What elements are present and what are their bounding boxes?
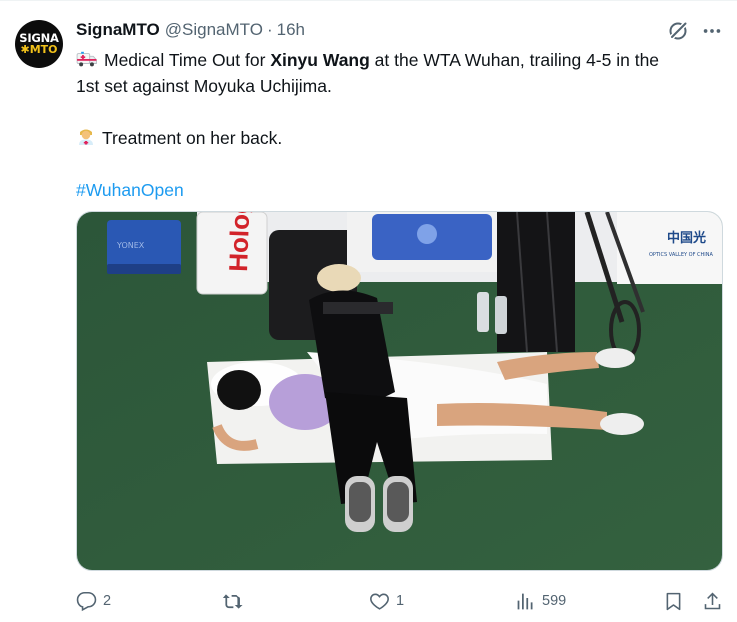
court-photo: Hologic 中国光 OPTICS VALLEY OF CHINA YONEX [77,212,722,570]
tweet-photo[interactable]: Hologic 中国光 OPTICS VALLEY OF CHINA YONEX [76,211,723,571]
repost-button[interactable] [222,588,249,614]
tweet-header: SignaMTO @SignaMTO · 16h [76,19,305,41]
bookmark-button[interactable] [663,588,684,614]
bookmark-icon [666,592,681,610]
sponsor-cn: 中国光 [667,230,706,246]
like-count: 1 [396,593,405,609]
author-name[interactable]: SignaMTO [76,20,160,40]
share-icon [704,592,721,609]
bag-brand: YONEX [116,241,145,250]
like-button[interactable]: 1 [369,588,404,614]
health-worker-icon [76,126,96,153]
hashtag-link[interactable]: #WuhanOpen [76,177,724,203]
timestamp[interactable]: 16h [277,20,305,40]
views-button[interactable]: 599 [515,588,566,614]
tweet-text-line3: Treatment on her back. [76,125,724,151]
tweet-text-line2: 1st set against Moyuka Uchijima. [76,76,332,96]
reply-count: 2 [103,593,112,609]
share-button[interactable] [702,588,723,614]
tweet-text-line1: Medical Time Out for Xinyu Wang at the W… [76,47,724,73]
author-handle[interactable]: @SignaMTO [165,20,263,40]
repost-icon [222,593,243,609]
avatar[interactable]: SIGNA ✱MTO [15,20,63,68]
sponsor-en: OPTICS VALLEY OF CHINA [649,252,713,258]
more-icon[interactable] [700,19,724,43]
views-icon [517,593,533,609]
tweet-text: Medical Time Out for Xinyu Wang at the W… [76,47,724,203]
tweet-article[interactable]: SIGNA ✱MTO SignaMTO @SignaMTO · 16h Medi… [0,0,737,622]
ambulance-icon [76,49,98,75]
tweet-text-suffix: at the WTA Wuhan, trailing 4-5 in the [369,50,660,70]
reply-button[interactable]: 2 [76,588,111,614]
reply-icon [76,591,97,611]
player-name: Xinyu Wang [270,50,370,70]
treatment-text: Treatment on her back. [102,128,283,148]
action-bar: 2 1 599 [76,588,724,614]
banner-brand: Hologic [223,212,256,272]
avatar-line2: ✱MTO [20,43,58,56]
view-count: 599 [542,593,567,609]
like-icon [370,593,389,610]
separator-dot: · [266,20,273,39]
grok-icon[interactable] [666,19,690,43]
tweet-text-prefix: Medical Time Out for [104,50,271,70]
